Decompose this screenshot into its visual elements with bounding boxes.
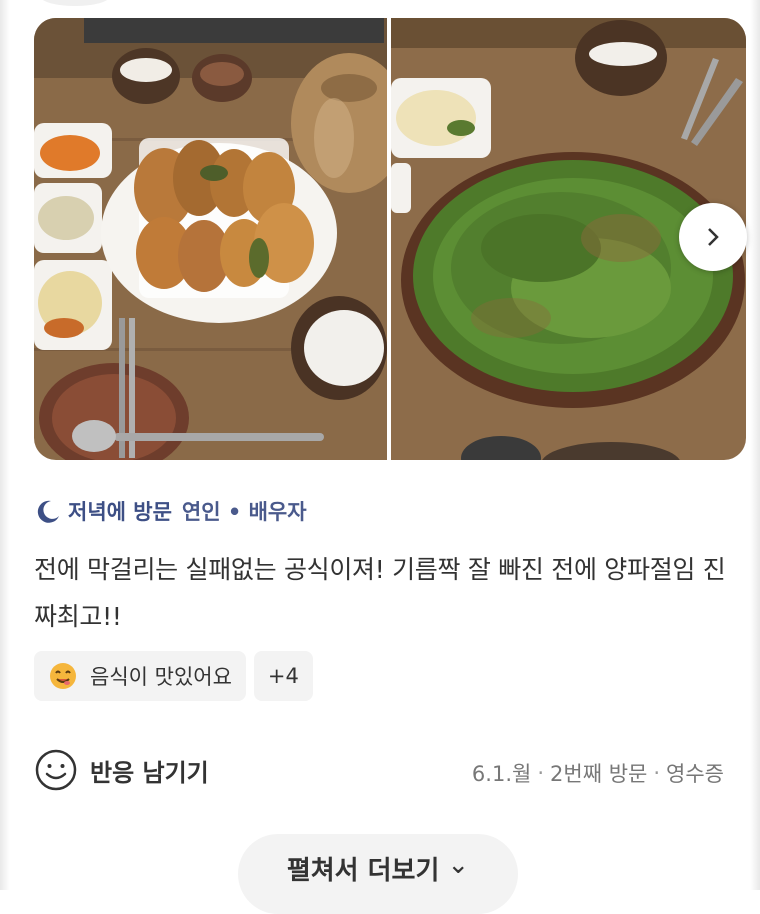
receipt-verification: 영수증 <box>666 762 724 786</box>
food-photo-jeon-platter-icon[interactable] <box>34 18 387 460</box>
avatar-edge <box>40 0 110 6</box>
visit-companion-label: 연인 • 배우자 <box>181 500 307 524</box>
expand-more-button[interactable]: 펼쳐서 더보기 ⌄ <box>238 834 518 914</box>
card-edge-right <box>750 0 760 890</box>
visit-info: 저녁에 방문 연인 • 배우자 <box>34 496 307 526</box>
leave-reaction-label: 반응 남기기 <box>90 758 209 787</box>
expand-more-label: 펼쳐서 더보기 <box>286 856 440 886</box>
tag-more-label: +4 <box>267 664 299 688</box>
tag-label: 음식이 맛있어요 <box>90 665 232 689</box>
visit-date: 6.1.월 <box>471 762 532 786</box>
smile-icon <box>35 749 77 791</box>
yum-face-icon <box>50 663 76 689</box>
card-edge-left <box>0 0 10 890</box>
visit-count: 2번째 방문 <box>550 762 648 786</box>
meta-separator: · <box>653 761 661 785</box>
chevron-right-icon <box>708 228 719 246</box>
tag-more-count[interactable]: +4 <box>253 651 313 701</box>
meta-separator: · <box>537 761 545 785</box>
leave-reaction-button[interactable]: 반응 남기기 <box>34 748 209 792</box>
visit-meta: 6.1.월 · 2번째 방문 · 영수증 <box>472 758 724 788</box>
next-photo-button[interactable] <box>679 203 747 271</box>
review-footer: 반응 남기기 6.1.월 · 2번째 방문 · 영수증 <box>34 742 724 802</box>
review-text: 전에 막걸리는 실패없는 공식이져! 기름짝 잘 빠진 전에 양파절임 진짜최고… <box>34 555 726 631</box>
chevron-down-icon: ⌄ <box>447 850 470 880</box>
moon-icon <box>37 500 59 523</box>
review-tags: 음식이 맛있어요 +4 <box>34 651 313 701</box>
visit-time-label: 저녁에 방문 <box>68 500 172 524</box>
photo-gallery[interactable] <box>34 18 746 460</box>
tag-tasty-food[interactable]: 음식이 맛있어요 <box>34 651 246 701</box>
